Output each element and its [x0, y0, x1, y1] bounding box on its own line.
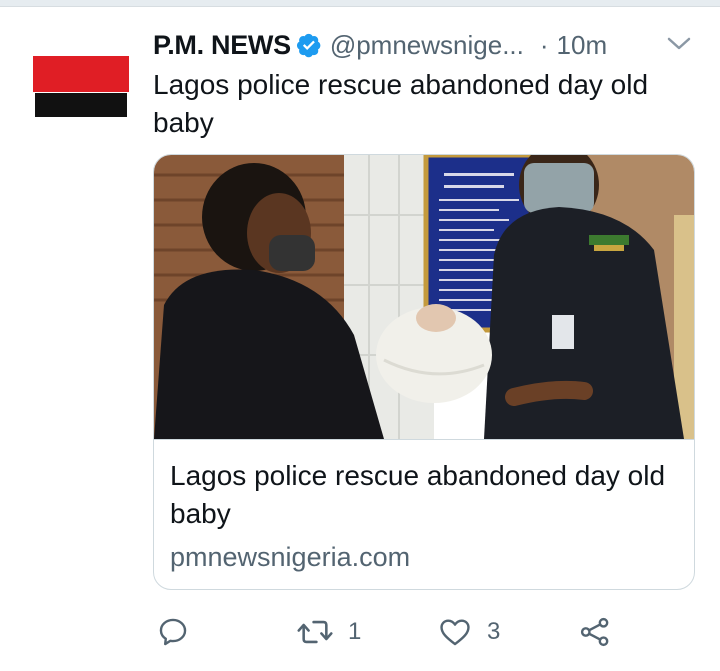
like-button[interactable]: 3: [437, 612, 500, 652]
chevron-down-icon[interactable]: [665, 34, 693, 54]
link-card[interactable]: Lagos police rescue abandoned day old ba…: [153, 154, 695, 590]
author-name[interactable]: P.M. NEWS: [153, 30, 291, 61]
avatar[interactable]: [33, 56, 129, 118]
author-handle[interactable]: @pmnewsnige...: [330, 30, 524, 61]
retweet-button[interactable]: 1: [296, 612, 361, 652]
reply-icon: [156, 615, 190, 649]
divider-line: [0, 6, 720, 7]
like-count: 3: [487, 618, 501, 645]
card-title: Lagos police rescue abandoned day old ba…: [170, 460, 666, 529]
card-divider: [154, 439, 694, 440]
avatar-logo-pm: [33, 56, 129, 92]
verified-badge-icon: [296, 32, 322, 58]
avatar-logo-news: [35, 93, 127, 117]
tweet-header: P.M. NEWS @pmnewsnige... · 10m: [153, 26, 698, 64]
separator-dot: ·: [539, 29, 549, 60]
card-domain: pmnewsnigeria.com: [170, 542, 411, 572]
tweet-text: Lagos police rescue abandoned day old ba…: [153, 69, 649, 138]
card-image: [154, 155, 694, 439]
reply-button[interactable]: [156, 612, 190, 652]
retweet-count: 1: [348, 618, 362, 645]
share-icon: [578, 615, 612, 649]
tweet-timestamp[interactable]: 10m: [557, 30, 608, 61]
heart-icon: [437, 615, 473, 649]
retweet-icon: [296, 615, 334, 649]
share-button[interactable]: [578, 612, 612, 652]
tweet-actions: 1 3: [153, 612, 673, 652]
